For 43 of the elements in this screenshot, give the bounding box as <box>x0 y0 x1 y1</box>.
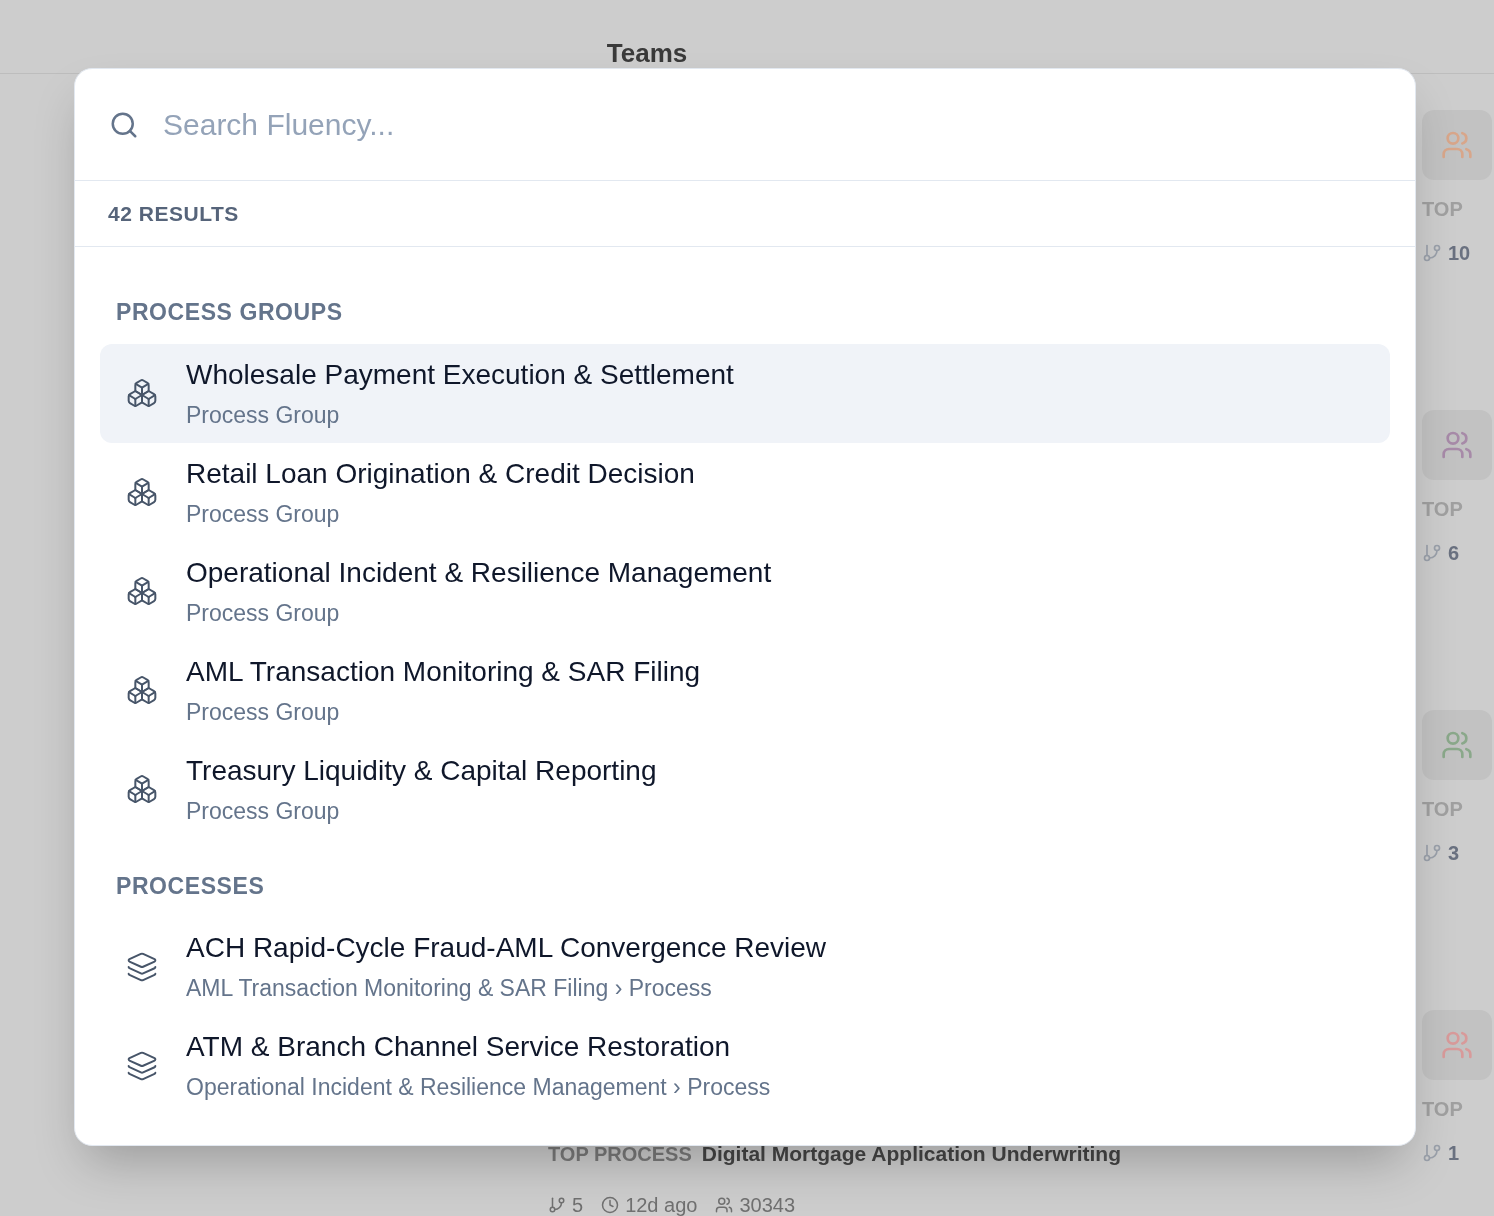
branch-count: 3 <box>1448 841 1460 866</box>
result-title: Treasury Liquidity & Capital Reporting <box>186 753 657 788</box>
branch-count: 10 <box>1448 241 1471 266</box>
branch-icon <box>1422 543 1442 563</box>
boxes-icon <box>126 674 158 706</box>
result-subtitle: Process Group <box>186 697 341 727</box>
result-title: ATM & Branch Channel Service Restoration <box>186 1030 732 1065</box>
users-icon <box>715 1195 734 1214</box>
branch-icon <box>1422 843 1442 863</box>
boxes-icon <box>126 773 158 805</box>
branch-icon <box>548 1195 566 1214</box>
member-count: 30343 <box>739 1192 796 1216</box>
top-process-label: TOP PROCESS <box>548 1141 692 1167</box>
result-subtitle: Process Group <box>186 598 341 628</box>
result-title: Operational Incident & Resilience Management <box>186 555 772 590</box>
section-heading: PROCESSES <box>115 871 266 901</box>
result-item[interactable]: Wholesale Payment Execution & Settlement Process Group <box>100 343 1390 443</box>
boxes-icon <box>126 476 158 508</box>
result-subtitle: Process Group <box>186 400 341 430</box>
result-title: ACH Rapid-Cycle Fraud-AML Convergence Review <box>186 931 827 966</box>
branch-icon <box>1422 243 1442 263</box>
branch-count: 6 <box>1448 541 1460 566</box>
updated-time: 12d ago <box>625 1192 698 1216</box>
result-title: Wholesale Payment Execution & Settlement <box>186 357 734 392</box>
clock-icon <box>601 1195 620 1214</box>
result-title: AML Transaction Monitoring & SAR Filing <box>186 654 701 689</box>
result-subtitle: Operational Incident & Resilience Management › Process <box>186 1073 771 1103</box>
boxes-icon <box>126 377 158 409</box>
branch-icon <box>1422 1143 1442 1163</box>
result-subtitle: AML Transaction Monitoring & SAR Filing › Process <box>186 974 713 1004</box>
top-process-name: Digital Mortgage Application Underwriting <box>701 1141 1121 1167</box>
layers-icon <box>126 1049 158 1082</box>
branch-count: 1 <box>1448 1141 1460 1166</box>
page-title: Teams <box>606 37 688 70</box>
result-subtitle: Process Group <box>186 796 341 826</box>
boxes-icon <box>126 575 158 607</box>
result-subtitle: Process Group <box>186 499 341 529</box>
section-heading: PROCESS GROUPS <box>115 298 344 327</box>
layers-icon <box>126 950 158 983</box>
result-count: 42 RESULTS <box>108 200 239 227</box>
search-field[interactable]: Search Fluency... <box>163 99 1381 150</box>
branch-count: 5 <box>572 1192 584 1216</box>
result-title: Retail Loan Origination & Credit Decision <box>186 456 695 491</box>
